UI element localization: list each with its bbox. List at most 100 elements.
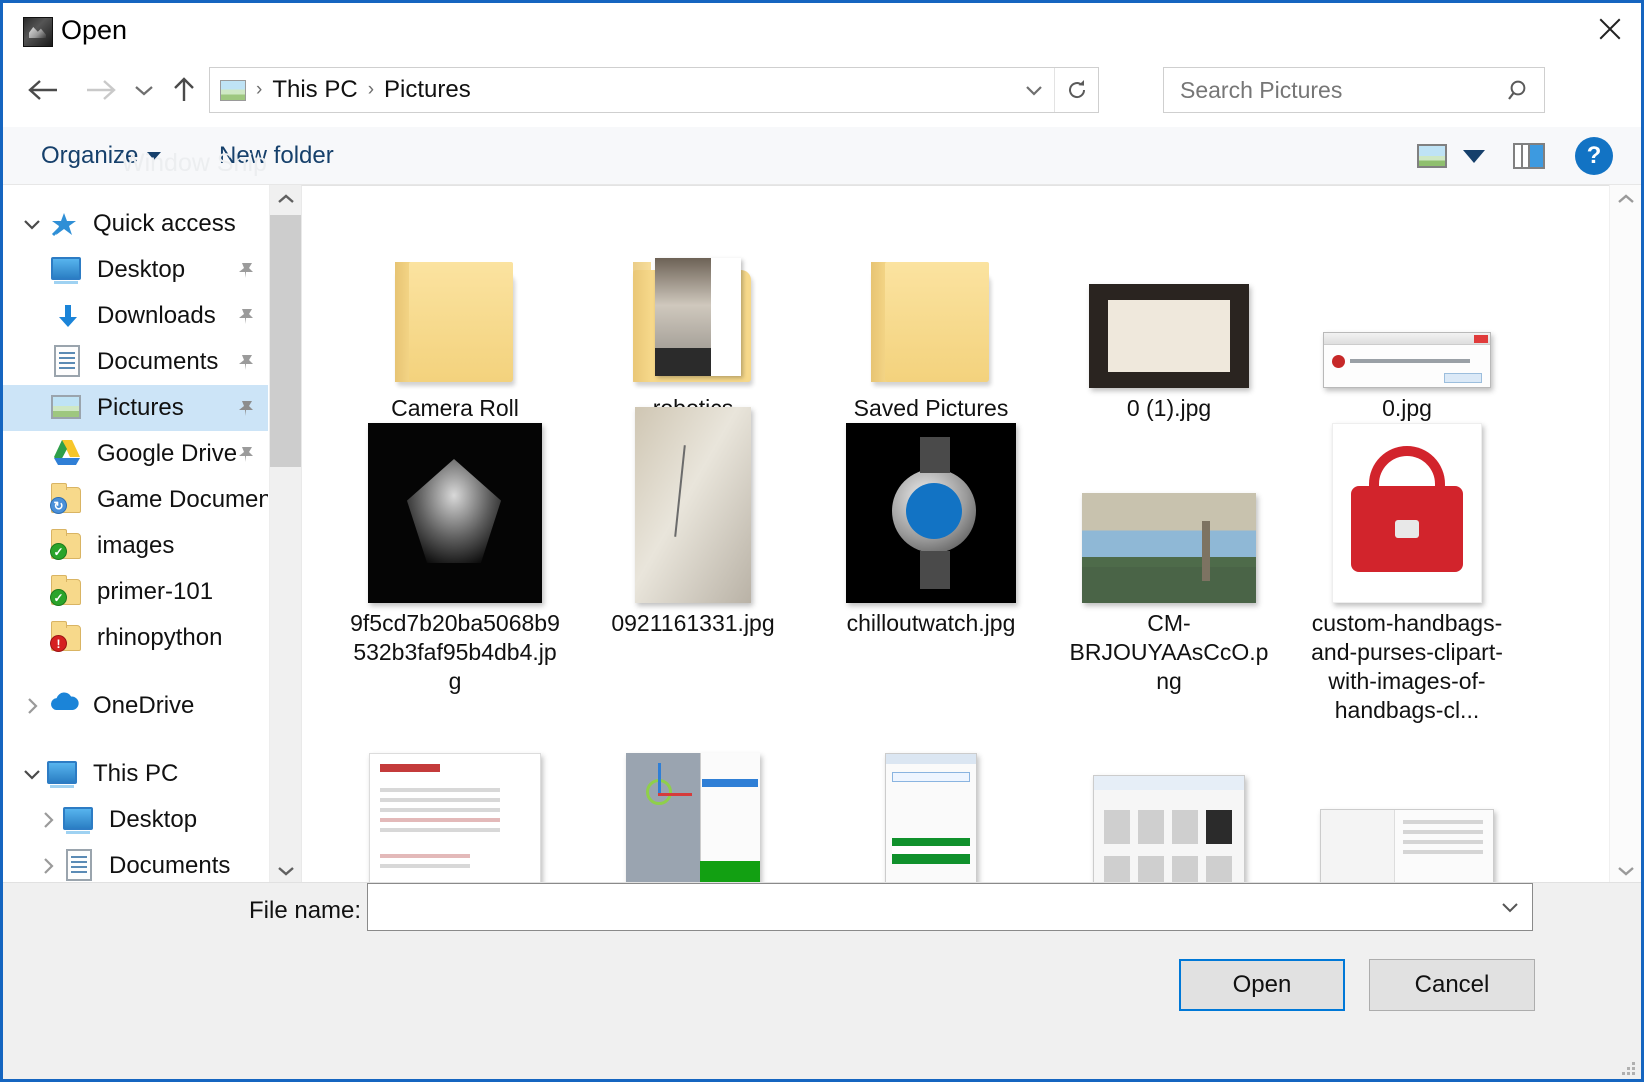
sidebar-item-label: Desktop [97,256,186,283]
sidebar-scrollbar[interactable] [269,185,302,885]
sidebar-item-pictures[interactable]: Pictures [3,385,268,431]
back-arrow-icon[interactable] [21,67,65,113]
file-item-custom-handbags[interactable]: custom-handbags-and-purses-clipart-with-… [1288,423,1526,725]
file-name-label: Camera Roll [391,395,519,421]
sidebar-item-this-pc-documents[interactable]: Documents [3,843,268,885]
tree-root: Quick access Desktop Downloads Documents… [3,185,268,885]
sidebar-group-this-pc[interactable]: This PC [3,751,268,797]
chevron-right-icon[interactable] [17,683,47,729]
address-bar[interactable]: › This PC › Pictures [209,67,1099,113]
file-item-0-1-jpg[interactable]: 0 (1).jpg [1050,208,1288,423]
command-bar: Organize New folder Window Ship ? [3,127,1641,185]
up-arrow-icon[interactable] [163,67,205,113]
sidebar-item-this-pc-desktop[interactable]: Desktop [3,797,268,843]
window-title: Open [61,15,128,45]
preview-pane-toggle-icon[interactable] [1513,143,1545,169]
check-badge-icon: ✓ [50,589,67,606]
image-thumbnail [1079,208,1259,388]
file-item-screenshot-webpage[interactable] [336,725,574,885]
search-input[interactable] [1178,75,1478,105]
downloads-arrow-icon [51,299,85,333]
address-dropdown-chevron-icon[interactable] [1014,68,1054,112]
new-folder-label: New folder [219,142,334,169]
file-item-screenshot-wide[interactable] [1288,725,1526,885]
recent-locations-chevron-icon[interactable] [125,67,163,113]
sidebar-item-primer-101[interactable]: ✓ primer-101 [3,569,268,615]
alert-badge-icon: ! [50,635,67,652]
file-name-combobox[interactable] [367,883,1533,931]
dialog-footer: File name: Open Cancel [3,882,1641,1079]
sidebar-item-game-documents[interactable]: ↻ Game Documen [3,477,268,523]
file-name-input[interactable] [378,892,1488,922]
cancel-button[interactable]: Cancel [1369,959,1535,1011]
breadcrumb-separator: › [256,79,263,100]
file-name-label: 0 (1).jpg [1126,395,1212,421]
sidebar-group-quick-access[interactable]: Quick access [3,201,268,247]
file-item-saved-pictures[interactable]: Saved Pictures [812,208,1050,423]
quick-access-star-icon [47,207,81,241]
file-item-screenshot-dialog[interactable] [812,725,1050,885]
file-name-label: Saved Pictures [853,395,1009,421]
file-name-label: 0.jpg [1382,395,1432,421]
sidebar-scrollbar-thumb[interactable] [270,215,302,467]
image-thumbnail [1079,423,1259,603]
help-icon[interactable]: ? [1575,137,1613,175]
pin-icon[interactable] [236,260,256,280]
chevron-down-icon[interactable] [17,751,47,797]
chevron-down-icon[interactable] [17,201,47,247]
this-pc-monitor-icon [47,757,81,791]
breadcrumb-this-pc[interactable]: This PC [272,76,357,104]
file-item-camera-roll[interactable]: Camera Roll [336,208,574,423]
chevron-right-icon[interactable] [33,843,63,885]
scroll-down-arrow-icon[interactable] [270,857,302,885]
resize-grip-icon[interactable] [1619,1059,1635,1075]
sidebar-item-desktop[interactable]: Desktop [3,247,268,293]
search-box[interactable] [1163,67,1545,113]
file-item-robotics[interactable]: robotics [574,208,812,423]
pin-icon[interactable] [236,444,256,464]
sidebar-item-images[interactable]: ✓ images [3,523,268,569]
open-file-dialog: Open › This PC › Pictures Search Picture… [0,0,1644,1082]
scroll-down-arrow-icon[interactable] [1610,857,1641,885]
breadcrumb-pictures[interactable]: Pictures [384,76,471,104]
file-name-label: 9f5cd7b20ba5068b9532b3faf95b4db4.jpg [350,610,560,694]
sidebar-item-google-drive[interactable]: Google Drive [3,431,268,477]
sidebar-group-onedrive[interactable]: OneDrive [3,683,268,729]
file-item-chilloutwatch-jpg[interactable]: chilloutwatch.jpg [812,423,1050,725]
scroll-up-arrow-icon[interactable] [270,185,302,213]
image-thumbnail [1317,725,1497,885]
check-badge-icon: ✓ [50,543,67,560]
new-folder-button[interactable]: New folder [211,127,342,185]
image-thumbnail [603,725,783,885]
pin-icon[interactable] [236,352,256,372]
refresh-icon[interactable] [1054,68,1098,112]
view-options-icon[interactable] [1417,144,1447,168]
file-name-chevron-down-icon[interactable] [1488,899,1532,915]
sidebar-item-rhinopython[interactable]: ! rhinopython [3,615,268,661]
view-options-chevron-down-icon[interactable] [1463,149,1485,163]
pin-icon[interactable] [236,306,256,326]
organize-button[interactable]: Organize [33,127,169,185]
image-thumbnail [365,423,545,603]
scroll-up-arrow-icon[interactable] [1610,185,1641,213]
file-item-cm-brjouyaascco-png[interactable]: CM-BRJOUYAAsCcO.png [1050,423,1288,725]
file-item-screenshot-grid[interactable] [1050,725,1288,885]
pin-icon[interactable] [236,398,256,418]
file-item-screenshot-rhino[interactable] [574,725,812,885]
sidebar-item-documents[interactable]: Documents [3,339,268,385]
sidebar-group-label: OneDrive [93,692,195,719]
file-name-label: CM-BRJOUYAAsCcO.png [1069,610,1269,694]
google-drive-icon [51,437,85,471]
open-button[interactable]: Open [1179,959,1345,1011]
file-item-0-jpg[interactable]: 0.jpg [1288,208,1526,423]
file-list-pane[interactable]: Camera Roll robotics [301,185,1609,885]
sidebar-item-label: Desktop [109,806,198,833]
file-name-label: custom-handbags-and-purses-clipart-with-… [1311,610,1503,723]
file-item-0921161331-jpg[interactable]: 0921161331.jpg [574,407,812,725]
chevron-right-icon[interactable] [33,797,63,843]
file-item-9f5cd7b20ba5068b9532b3faf95b4db4-jpg[interactable]: 9f5cd7b20ba5068b9532b3faf95b4db4.jpg [336,423,574,725]
file-pane-scrollbar[interactable] [1609,185,1641,885]
close-icon[interactable] [1579,3,1641,55]
sidebar-item-downloads[interactable]: Downloads [3,293,268,339]
sidebar-item-label: Pictures [97,394,184,421]
